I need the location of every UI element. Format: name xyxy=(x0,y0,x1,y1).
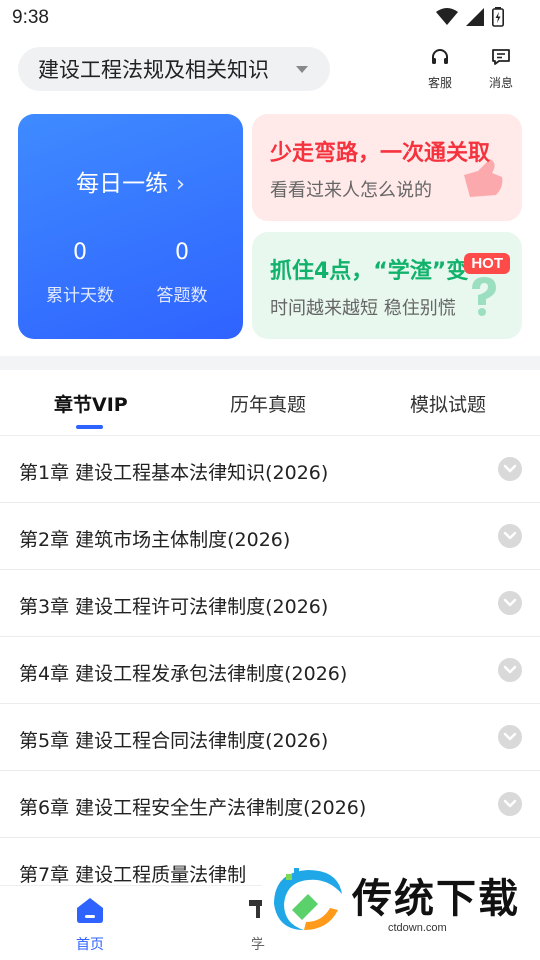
chapter-row[interactable]: 第4章 建设工程发承包法律制度(2026) xyxy=(0,637,540,704)
tab-chapter-vip[interactable]: 章节VIP xyxy=(54,390,128,417)
battery-icon xyxy=(492,7,504,27)
signal-icon xyxy=(466,8,484,26)
daily-practice-card[interactable]: 每日一练 › 0 累计天数 0 答题数 xyxy=(18,114,243,339)
stat-caption: 答题数 xyxy=(156,286,208,306)
chapter-title: 第5章 建设工程合同法律制度(2026) xyxy=(19,730,329,752)
expand-chevron-icon[interactable] xyxy=(498,725,522,749)
caret-down-icon xyxy=(296,66,308,73)
question-icon xyxy=(472,277,496,316)
expand-chevron-icon[interactable] xyxy=(498,658,522,682)
chapter-title: 第4章 建设工程发承包法律制度(2026) xyxy=(19,663,348,685)
watermark-title: 传统下载 xyxy=(352,876,520,922)
chapter-title: 第1章 建设工程基本法律知识(2026) xyxy=(19,462,329,484)
chapter-title: 第7章 建设工程质量法律制 xyxy=(19,864,247,886)
expand-chevron-icon[interactable] xyxy=(498,591,522,615)
question-tabs: 章节VIP 历年真题 模拟试题 xyxy=(0,370,540,436)
nav-home-label: 首页 xyxy=(76,937,104,953)
customer-service-label: 客服 xyxy=(427,76,452,90)
watermark-url: ctdown.com xyxy=(388,922,447,934)
status-time: 9:38 xyxy=(12,7,49,28)
promo-subtitle: 看看过来人怎么说的 xyxy=(270,180,432,201)
chapter-row[interactable]: 第1章 建设工程基本法律知识(2026) xyxy=(0,436,540,503)
daily-practice-label: 每日一练 xyxy=(76,171,169,197)
promo-title: 抓住4点，“学渣”变 xyxy=(270,259,469,284)
nav-item-home[interactable]: 首页 xyxy=(50,896,130,954)
chapter-row[interactable]: 第6章 建设工程安全生产法律制度(2026) xyxy=(0,771,540,838)
watermark-logo xyxy=(274,868,342,930)
expand-chevron-icon[interactable] xyxy=(498,457,522,481)
chevron-right-icon: › xyxy=(176,172,185,197)
chapter-title: 第6章 建设工程安全生产法律制度(2026) xyxy=(19,797,367,819)
daily-practice-title: 每日一练 › xyxy=(18,164,243,198)
wifi-icon xyxy=(436,8,458,25)
expand-chevron-icon[interactable] xyxy=(498,792,522,816)
promo-subtitle: 时间越来越短 稳住别慌 xyxy=(270,298,456,319)
stat-value: 0 xyxy=(73,240,87,265)
promo-title: 少走弯路，一次通关取 xyxy=(270,141,491,166)
promo-card-pass-once[interactable]: 少走弯路，一次通关取 看看过来人怎么说的 xyxy=(252,114,522,221)
watermark: 传统下载 ctdown.com xyxy=(262,858,540,943)
hot-badge: HOT xyxy=(464,253,510,274)
stat-caption: 累计天数 xyxy=(46,286,114,306)
stat-answered-count: 0 答题数 xyxy=(132,240,232,306)
chapter-title: 第3章 建设工程许可法律制度(2026) xyxy=(19,596,329,618)
tab-mock-exams[interactable]: 模拟试题 xyxy=(410,390,486,417)
status-bar: 9:38 xyxy=(0,0,540,36)
active-tab-indicator xyxy=(76,425,103,429)
chapter-list: 第1章 建设工程基本法律知识(2026) 第2章 建筑市场主体制度(2026) … xyxy=(0,436,540,905)
chapter-row[interactable]: 第5章 建设工程合同法律制度(2026) xyxy=(0,704,540,771)
subject-selector[interactable]: 建设工程法规及相关知识 xyxy=(18,47,330,91)
section-divider xyxy=(0,356,540,370)
chapter-row[interactable]: 第2章 建筑市场主体制度(2026) xyxy=(0,503,540,570)
stat-value: 0 xyxy=(175,240,189,265)
message-icon xyxy=(492,49,510,65)
customer-service-button[interactable]: 客服 xyxy=(415,48,465,91)
chapter-row[interactable]: 第3章 建设工程许可法律制度(2026) xyxy=(0,570,540,637)
thumbs-up-icon xyxy=(464,159,503,197)
status-icons xyxy=(436,7,504,27)
chapter-title: 第2章 建筑市场主体制度(2026) xyxy=(19,529,291,551)
messages-button[interactable]: 消息 xyxy=(476,48,526,91)
headset-icon xyxy=(432,49,448,64)
home-icon xyxy=(77,898,103,923)
messages-label: 消息 xyxy=(488,76,513,90)
stat-cumulative-days: 0 累计天数 xyxy=(30,240,130,306)
tab-past-exams[interactable]: 历年真题 xyxy=(230,390,306,417)
expand-chevron-icon[interactable] xyxy=(498,524,522,548)
subject-label: 建设工程法规及相关知识 xyxy=(38,58,269,82)
promo-card-four-points[interactable]: 抓住4点，“学渣”变 HOT 时间越来越短 稳住别慌 xyxy=(252,232,522,339)
